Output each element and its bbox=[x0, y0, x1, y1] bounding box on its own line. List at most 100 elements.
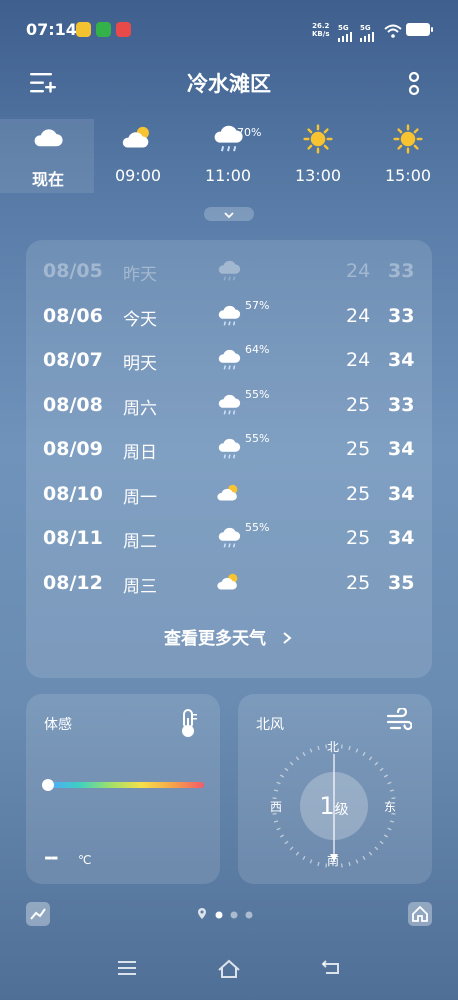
daily-icon-wrap bbox=[216, 392, 242, 418]
daily-icon-wrap bbox=[216, 481, 242, 507]
daily-date: 08/10 bbox=[43, 482, 103, 505]
daily-row[interactable]: 08/07 明天 64% 24 34 bbox=[26, 339, 432, 383]
daily-low: 25 bbox=[346, 482, 371, 505]
daily-icon-wrap bbox=[216, 570, 242, 596]
wind-level-unit: 级 bbox=[334, 802, 349, 818]
daily-date: 08/08 bbox=[43, 393, 103, 416]
daily-icon-wrap bbox=[216, 436, 242, 462]
page-indicator bbox=[197, 906, 261, 926]
rain-icon bbox=[218, 260, 241, 281]
home-icon[interactable] bbox=[408, 902, 432, 926]
page-dots bbox=[198, 908, 253, 919]
signal-bars-icon bbox=[360, 32, 374, 42]
more-vertical-icon[interactable] bbox=[406, 70, 422, 98]
hourly-icon-wrap: 70% bbox=[191, 122, 265, 156]
daily-row[interactable]: 08/12 周三 25 35 bbox=[26, 562, 432, 606]
compass-east: 东 bbox=[384, 800, 397, 814]
daily-low: 25 bbox=[346, 393, 371, 416]
daily-low: 24 bbox=[346, 349, 371, 371]
daily-high: 34 bbox=[388, 349, 415, 371]
daily-high: 34 bbox=[388, 482, 415, 505]
hourly-time: 13:00 bbox=[294, 166, 342, 185]
daily-low: 24 bbox=[346, 304, 371, 327]
rain-icon bbox=[218, 305, 241, 325]
trend-chart-icon[interactable] bbox=[26, 902, 50, 926]
feels-like-indicator bbox=[42, 779, 54, 791]
home-nav-icon[interactable] bbox=[216, 958, 242, 980]
rain-icon bbox=[218, 527, 241, 548]
back-icon[interactable] bbox=[320, 958, 342, 978]
network-speed-value: 26.2 bbox=[312, 22, 330, 30]
partly-cloudy-icon bbox=[217, 573, 238, 589]
expand-toggle[interactable] bbox=[204, 207, 254, 221]
daily-precip: 55% bbox=[245, 387, 270, 401]
daily-weekday: 明天 bbox=[123, 354, 157, 374]
compass-west: 西 bbox=[270, 800, 283, 814]
hourly-item[interactable]: 13:00 bbox=[281, 122, 355, 185]
chevron-right-icon bbox=[283, 632, 292, 644]
daily-row[interactable]: 08/11 周二 55% 25 34 bbox=[26, 517, 432, 561]
hourly-icon-wrap bbox=[281, 122, 355, 156]
hourly-item[interactable]: 现在 bbox=[11, 122, 85, 190]
daily-icon-wrap bbox=[216, 347, 242, 373]
daily-icon-wrap bbox=[216, 258, 242, 284]
wind-level-circle: 1级 bbox=[300, 772, 368, 840]
signal-5g-1: 5G bbox=[338, 24, 352, 42]
hourly-item[interactable]: 15:00 bbox=[371, 122, 445, 185]
daily-icon-wrap bbox=[216, 525, 242, 551]
hourly-icon-wrap bbox=[371, 122, 445, 156]
daily-date: 08/06 bbox=[43, 304, 103, 327]
battery-tip bbox=[431, 27, 433, 32]
daily-weekday: 今天 bbox=[123, 309, 157, 330]
thermometer-icon bbox=[182, 709, 197, 737]
hourly-item[interactable]: 70% 11:00 bbox=[191, 122, 265, 185]
hourly-icon-wrap bbox=[11, 122, 85, 156]
feels-like-unit: ℃ bbox=[78, 853, 92, 867]
trend-line-icon bbox=[30, 908, 46, 920]
more-weather-label: 查看更多天气 bbox=[164, 629, 267, 649]
cloudy-icon bbox=[34, 129, 63, 147]
daily-high: 34 bbox=[388, 527, 415, 549]
daily-precip: 55% bbox=[245, 521, 270, 534]
rain-icon bbox=[218, 394, 241, 414]
wind-icon bbox=[386, 708, 412, 731]
compass-south: 南 bbox=[327, 854, 340, 868]
daily-low: 25 bbox=[346, 438, 371, 460]
hourly-icon-wrap bbox=[101, 122, 175, 156]
daily-row[interactable]: 08/10 周一 25 34 bbox=[26, 473, 432, 517]
daily-weekday: 昨天 bbox=[123, 265, 157, 285]
hourly-item[interactable]: 09:00 bbox=[101, 122, 175, 185]
chevron-down-icon bbox=[224, 212, 234, 219]
rain-icon bbox=[218, 438, 241, 459]
daily-date: 08/05 bbox=[43, 260, 103, 282]
app-notification-icon bbox=[96, 22, 111, 37]
daily-weekday: 周三 bbox=[123, 576, 157, 597]
daily-low: 24 bbox=[346, 260, 371, 282]
daily-row[interactable]: 08/09 周日 55% 25 34 bbox=[26, 428, 432, 472]
status-bar: 07:14 26.2 KB/s 5G 5G bbox=[0, 0, 458, 60]
network-speed: 26.2 KB/s bbox=[312, 22, 329, 38]
daily-row[interactable]: 08/08 周六 55% 25 33 bbox=[26, 384, 432, 428]
daily-weekday: 周一 bbox=[123, 487, 157, 508]
hourly-time: 现在 bbox=[31, 170, 64, 189]
daily-row[interactable]: 08/06 今天 57% 24 33 bbox=[26, 295, 432, 339]
hourly-time: 11:00 bbox=[204, 166, 252, 185]
daily-low: 25 bbox=[346, 527, 371, 549]
daily-date: 08/07 bbox=[43, 349, 103, 371]
sunny-icon bbox=[393, 124, 423, 154]
battery-icon bbox=[406, 23, 430, 36]
wind-direction-label: 北风 bbox=[256, 717, 284, 733]
house-icon bbox=[412, 905, 428, 922]
daily-row[interactable]: 08/05 昨天 24 33 bbox=[26, 250, 432, 294]
daily-high: 34 bbox=[388, 438, 415, 460]
more-weather-link[interactable]: 查看更多天气 bbox=[26, 624, 432, 649]
daily-precip: 57% bbox=[245, 298, 270, 312]
signal-label: 5G bbox=[338, 24, 349, 32]
wifi-icon bbox=[384, 24, 402, 38]
daily-high: 33 bbox=[388, 304, 415, 327]
hourly-precip: 70% bbox=[237, 126, 262, 139]
daily-low: 25 bbox=[346, 571, 371, 594]
menu-icon[interactable] bbox=[116, 958, 138, 978]
status-time: 07:14 bbox=[26, 20, 77, 39]
hourly-time: 15:00 bbox=[384, 166, 432, 185]
